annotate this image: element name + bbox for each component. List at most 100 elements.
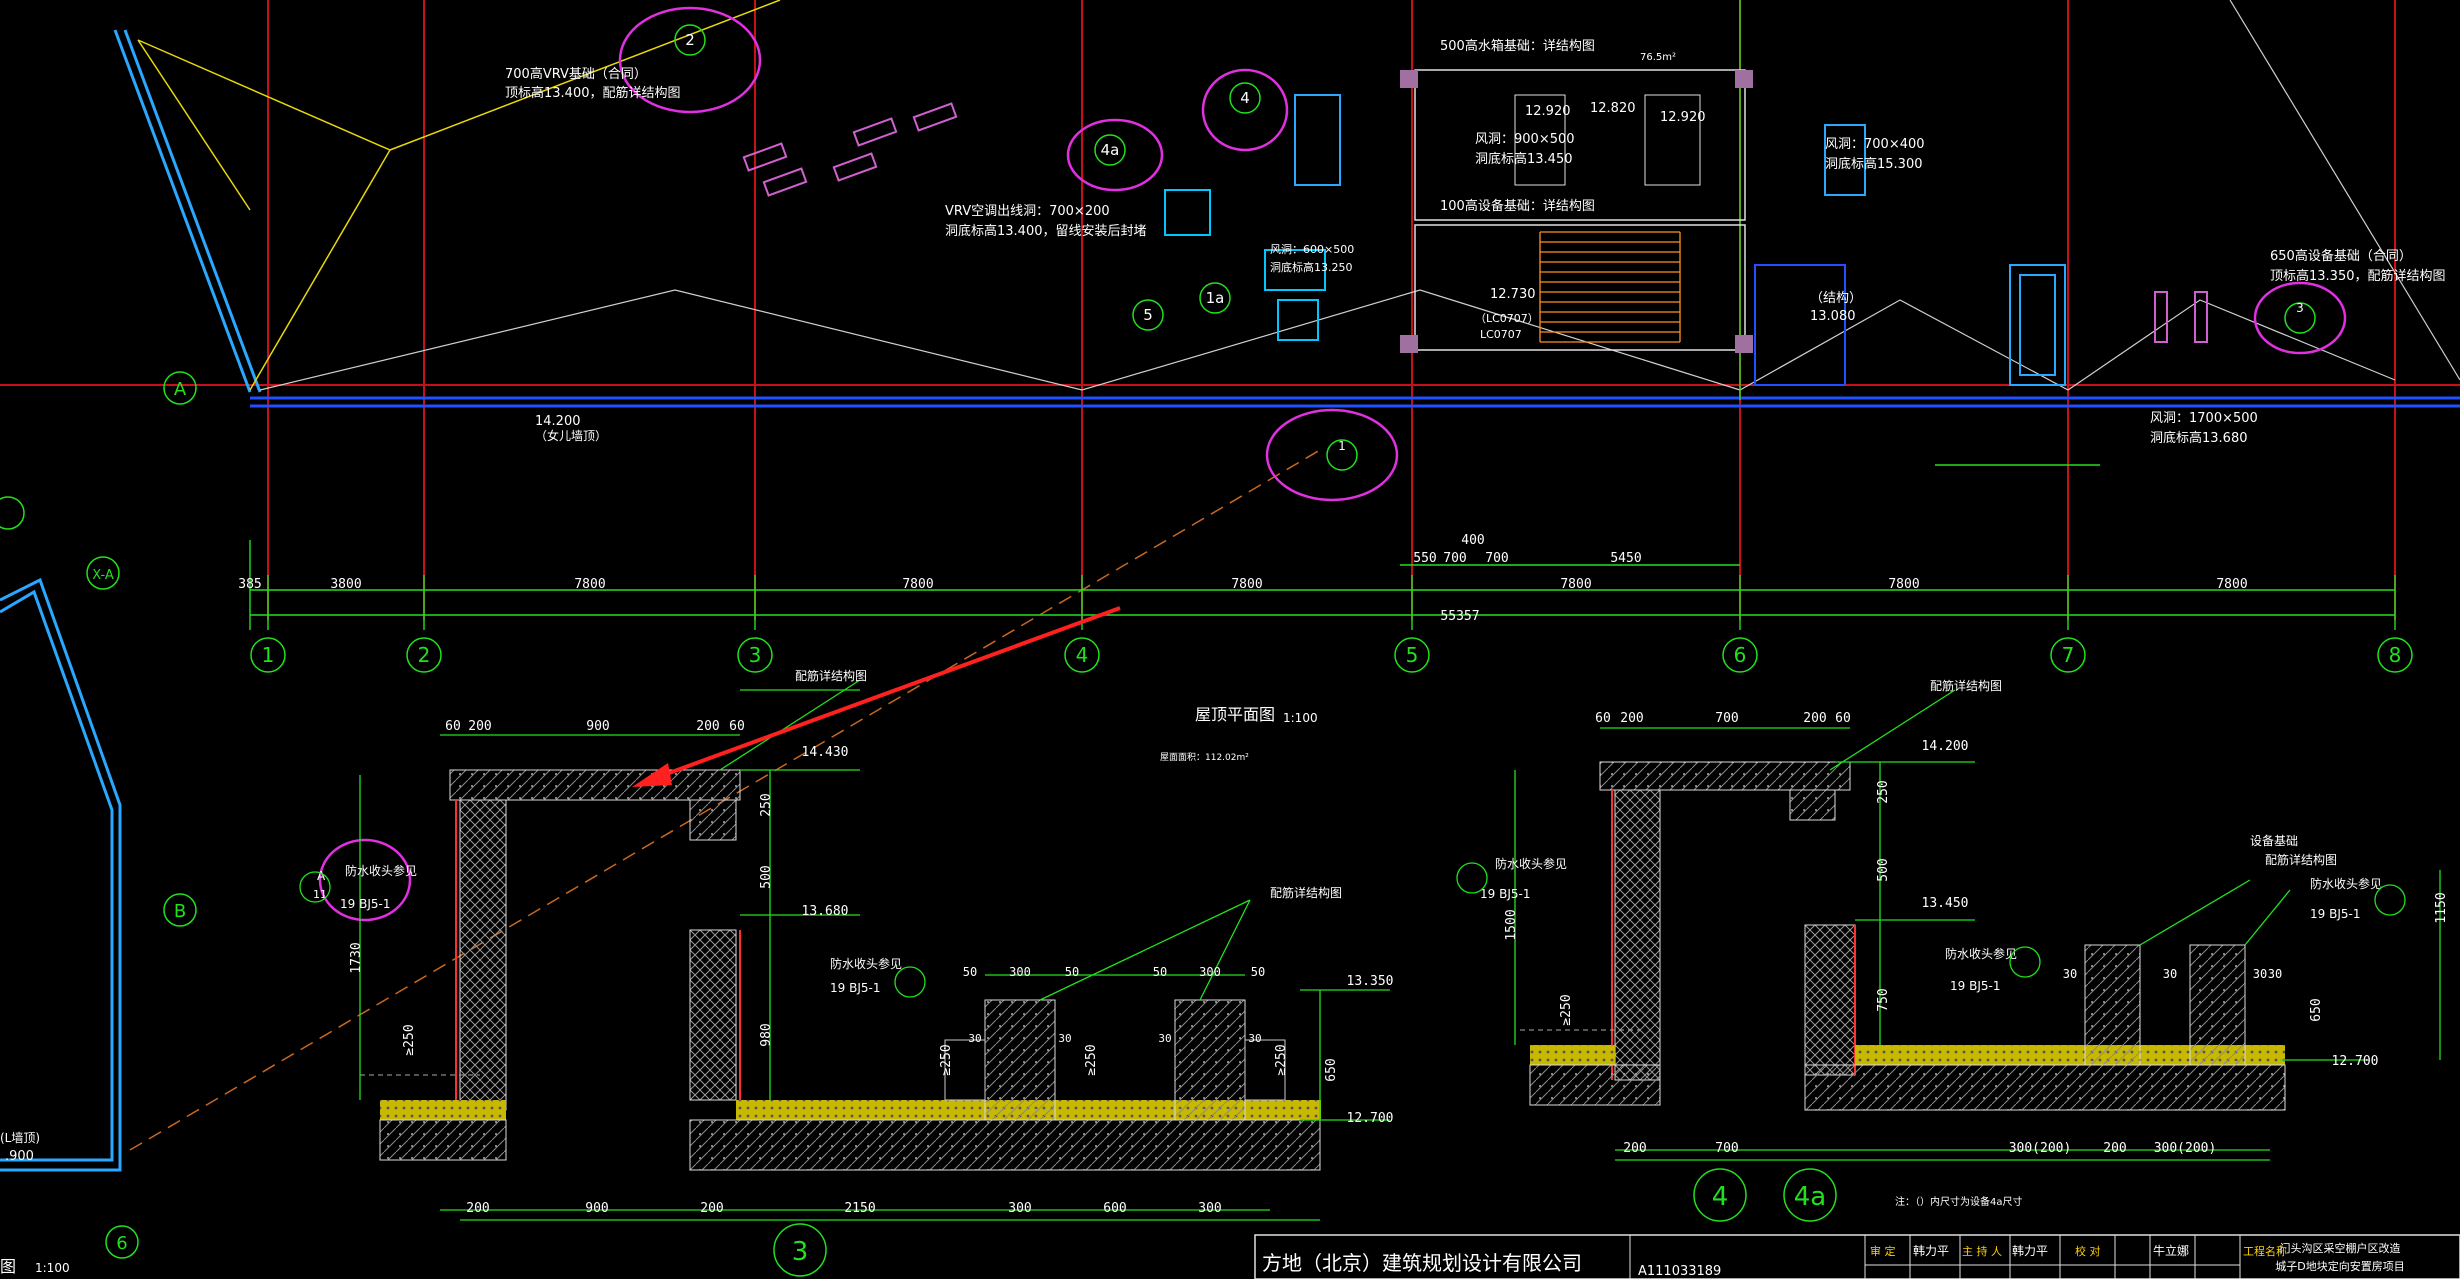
lead-name: 韩力平 bbox=[2012, 1243, 2048, 1258]
dr-s-30b: 30 bbox=[2163, 967, 2177, 981]
detail-left-ref-bubbles bbox=[299, 871, 926, 998]
vent-3b: 洞底标高13.680 bbox=[2150, 430, 2248, 446]
dl-v-250: 250 bbox=[759, 793, 774, 816]
dl-ref-code: 19 BJ5-1 bbox=[340, 897, 390, 911]
lc-label-1: （LC0707） bbox=[1475, 312, 1539, 325]
dr-footnote: 注：（）内尺寸为设备4a尺寸 bbox=[1895, 1195, 2023, 1208]
axis-4: 4 bbox=[1076, 643, 1089, 667]
auditor-name: 韩力平 bbox=[1913, 1243, 1949, 1258]
left-plan-title: 图 bbox=[0, 1257, 16, 1276]
parapet-note: （女儿墙顶） bbox=[535, 428, 607, 443]
vent-1a: 风洞：900×500 bbox=[1475, 132, 1575, 147]
area-label: 76.5m² bbox=[1640, 52, 1676, 63]
dl-level-13680: 13.680 bbox=[802, 904, 849, 919]
upper-dim-550: 550 bbox=[1413, 551, 1436, 566]
dl-s-30a: 30 bbox=[968, 1032, 981, 1045]
dl-note-waterproof: 防水收头参见 bbox=[830, 956, 902, 971]
audit-label: 审 定 bbox=[1870, 1244, 1896, 1258]
axis-2: 2 bbox=[418, 643, 431, 667]
dl-level-12700: 12.700 bbox=[1347, 1111, 1394, 1126]
dl-top-900: 900 bbox=[586, 719, 609, 734]
span-4: 7800 bbox=[1231, 577, 1262, 592]
axis-7: 7 bbox=[2062, 643, 2075, 667]
dr-bot-700: 700 bbox=[1715, 1141, 1738, 1156]
dl-ref-code-2: 19 BJ5-1 bbox=[830, 981, 880, 995]
drawing-number: A111033189 bbox=[1638, 1264, 1721, 1279]
dr-ref-code-right: 19 BJ5-1 bbox=[2310, 907, 2360, 921]
upper-dim-400: 400 bbox=[1461, 533, 1484, 548]
parapet-level: 14.200 bbox=[535, 414, 581, 429]
lead-label: 主 持 人 bbox=[1962, 1244, 2002, 1258]
dr-bot-200: 200 bbox=[1623, 1141, 1646, 1156]
bubble-1a: 1a bbox=[1206, 289, 1225, 307]
axis-3: 3 bbox=[749, 643, 762, 667]
dr-level-14200: 14.200 bbox=[1922, 739, 1969, 754]
dr-note-wp-mid: 防水收头参见 bbox=[1945, 946, 2017, 961]
dl-s-300b: 300 bbox=[1199, 965, 1221, 979]
dl-bot-300b: 300 bbox=[1198, 1201, 1221, 1216]
roof-plan-scale: 1:100 bbox=[1283, 711, 1318, 725]
dr-top-60b: 60 bbox=[1835, 711, 1851, 726]
dr-bot-300a: 300(200) bbox=[2009, 1141, 2072, 1156]
dr-level-12700: 12.700 bbox=[2332, 1054, 2379, 1069]
dr-v-650: 650 bbox=[2309, 998, 2324, 1021]
bubble-bottom-4: 4 bbox=[1712, 1182, 1729, 1212]
base-650a: 650高设备基础（合同） bbox=[2270, 248, 2412, 264]
project-line-2: 城子D地块定向安置房项目 bbox=[2275, 1259, 2404, 1273]
bubble-4: 4 bbox=[1240, 89, 1250, 107]
lc-label-2: LC0707 bbox=[1480, 328, 1522, 341]
bubble-section-3: 3 bbox=[792, 1237, 809, 1267]
dl-s-50d: 50 bbox=[1251, 965, 1265, 979]
dl-v-250c: ≥250 bbox=[1084, 1044, 1099, 1075]
cad-drawing-canvas[interactable]: 1 2 3 4 5 6 7 8 A B X-A 6 385 3800 7800 … bbox=[0, 0, 2460, 1279]
dr-s-30c: 30 bbox=[2253, 967, 2267, 981]
dl-bot-600: 600 bbox=[1103, 1201, 1126, 1216]
roof-ridges bbox=[259, 0, 2460, 391]
dr-top-700: 700 bbox=[1715, 711, 1738, 726]
dl-v-500: 500 bbox=[759, 865, 774, 888]
water-tank-note: 500高水箱基础：详结构图 bbox=[1440, 38, 1595, 54]
left-plan-scale: 1:100 bbox=[35, 1261, 70, 1275]
dl-level-14430: 14.430 bbox=[802, 745, 849, 760]
dl-note-rebar2: 配筋详结构图 bbox=[1270, 885, 1342, 900]
roof-area: 屋面面积：112.02m² bbox=[1160, 751, 1249, 763]
dl-note-rebar: 配筋详结构图 bbox=[795, 668, 867, 683]
upper-dim-700a: 700 bbox=[1443, 551, 1466, 566]
span-2: 7800 bbox=[574, 577, 605, 592]
dr-note-rebar: 配筋详结构图 bbox=[1930, 678, 2002, 693]
project-line-1: 门头沟区采空棚户区改造 bbox=[2280, 1241, 2401, 1255]
level-12820: 12.820 bbox=[1590, 101, 1636, 116]
row-b: B bbox=[174, 901, 186, 922]
span-0: 385 bbox=[238, 577, 261, 592]
checker-name: 牛立娜 bbox=[2153, 1243, 2189, 1258]
dr-v-1150: 1150 bbox=[2434, 892, 2449, 923]
dl-s-30d: 30 bbox=[1248, 1032, 1261, 1045]
dr-top-200b: 200 bbox=[1803, 711, 1826, 726]
bubble-2: 2 bbox=[685, 31, 695, 49]
left-wall-note: (L墙顶) bbox=[0, 1131, 40, 1145]
level-12920: 12.920 bbox=[1525, 104, 1571, 119]
span-1: 3800 bbox=[330, 577, 361, 592]
base-650b: 顶标高13.350，配筋详结构图 bbox=[2270, 268, 2446, 284]
upper-dim-5450: 5450 bbox=[1610, 551, 1641, 566]
dr-v-250: 250 bbox=[1876, 780, 1891, 803]
detail-right bbox=[1514, 689, 2441, 1151]
vrv-pipe-1: VRV空调出线洞：700×200 bbox=[945, 204, 1110, 219]
dr-v-500: 500 bbox=[1876, 858, 1891, 881]
dr-bot-200b: 200 bbox=[2103, 1141, 2126, 1156]
company-name: 方地（北京）建筑规划设计有限公司 bbox=[1262, 1251, 1582, 1275]
dr-ref-code-left: 19 BJ5-1 bbox=[1480, 887, 1530, 901]
vrv-pipe-2: 洞底标高13.400，留线安装后封堵 bbox=[945, 223, 1147, 239]
dl-v-250d: ≥250 bbox=[1274, 1044, 1289, 1075]
dl-bot-900: 900 bbox=[585, 1201, 608, 1216]
span-dimensions: 385 3800 7800 7800 7800 7800 7800 7800 5… bbox=[238, 533, 2247, 624]
axis-1: 1 bbox=[262, 643, 275, 667]
left-level: .900 bbox=[5, 1149, 34, 1164]
dl-v-1730: 1730 bbox=[349, 942, 364, 973]
dl-top-60: 60 bbox=[445, 719, 461, 734]
red-pointer-arrow bbox=[632, 606, 1121, 787]
row-xa: X-A bbox=[92, 568, 114, 583]
level-12730: 12.730 bbox=[1490, 287, 1536, 302]
dr-top-200: 200 bbox=[1620, 711, 1643, 726]
left-slanted-walls bbox=[0, 29, 262, 1172]
